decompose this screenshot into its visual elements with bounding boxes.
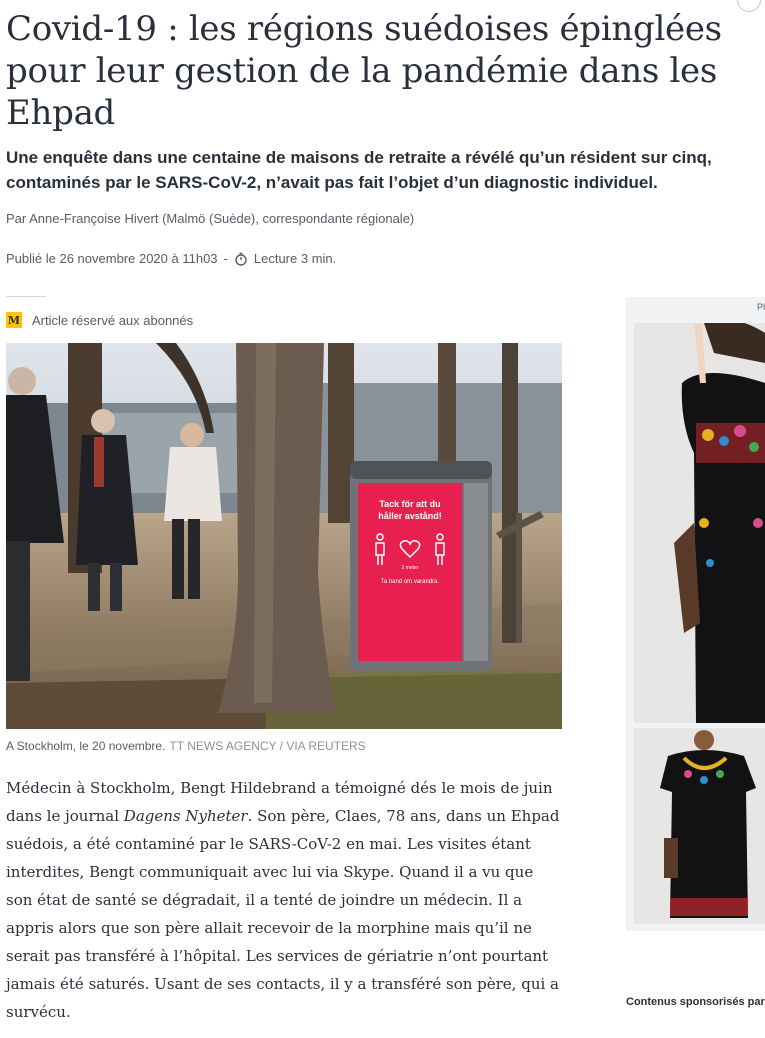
- newspaper-title: Dagens Nyheter: [123, 807, 248, 825]
- caption-text: A Stockholm, le 20 novembre.: [6, 739, 166, 753]
- article-headline: Covid-19 : les régions suédoises épinglé…: [6, 9, 722, 133]
- article-meta: Publié le 26 novembre 2020 à 11h03 - Lec…: [6, 251, 336, 266]
- article-byline[interactable]: Par Anne-Françoise Hivert (Malmö (Suède)…: [6, 211, 414, 226]
- photo-credit: TT NEWS AGENCY / VIA REUTERS: [169, 739, 366, 753]
- ad-dress-image-1[interactable]: [634, 323, 765, 723]
- reading-time: Lecture 3 min.: [253, 251, 337, 266]
- premium-label: Article réservé aux abonnés: [32, 312, 194, 328]
- stockholm-street-photo: Tack för att du håller avstånd! 2 meter …: [6, 343, 562, 729]
- body-text-end: . Son père, Claes, 78 ans, dans un Ehpad…: [6, 807, 560, 1021]
- sign-text-3: Ta hand om varandra.: [381, 579, 440, 585]
- ad-label: Pl: [756, 302, 765, 312]
- premium-notice: M Article réservé aux abonnés: [6, 312, 193, 328]
- embroidered-dress-photo-2: [634, 728, 765, 924]
- ad-dress-image-2[interactable]: [634, 728, 765, 924]
- photo-caption: A Stockholm, le 20 novembre. TT NEWS AGEN…: [6, 739, 366, 753]
- stopwatch-icon: [235, 252, 247, 266]
- sign-distance: 2 meter: [402, 565, 419, 571]
- sponsored-content-label[interactable]: Contenus sponsorisés par: [626, 996, 765, 1008]
- divider: [6, 296, 46, 297]
- sign-text-2: håller avstånd!: [378, 511, 442, 521]
- article-standfirst: Une enquête dans une centaine de maisons…: [6, 148, 712, 192]
- sign-text-1: Tack för att du: [379, 499, 440, 509]
- meta-separator: -: [223, 251, 228, 266]
- le-monde-premium-icon: M: [6, 312, 22, 328]
- embroidered-dress-photo: [634, 323, 765, 723]
- publish-date: Publié le 26 novembre 2020 à 11h03: [6, 251, 218, 266]
- article-photo[interactable]: Tack för att du håller avstånd! 2 meter …: [6, 343, 562, 729]
- article-body-paragraph: Médecin à Stockholm, Bengt Hildebrand a …: [6, 774, 562, 1026]
